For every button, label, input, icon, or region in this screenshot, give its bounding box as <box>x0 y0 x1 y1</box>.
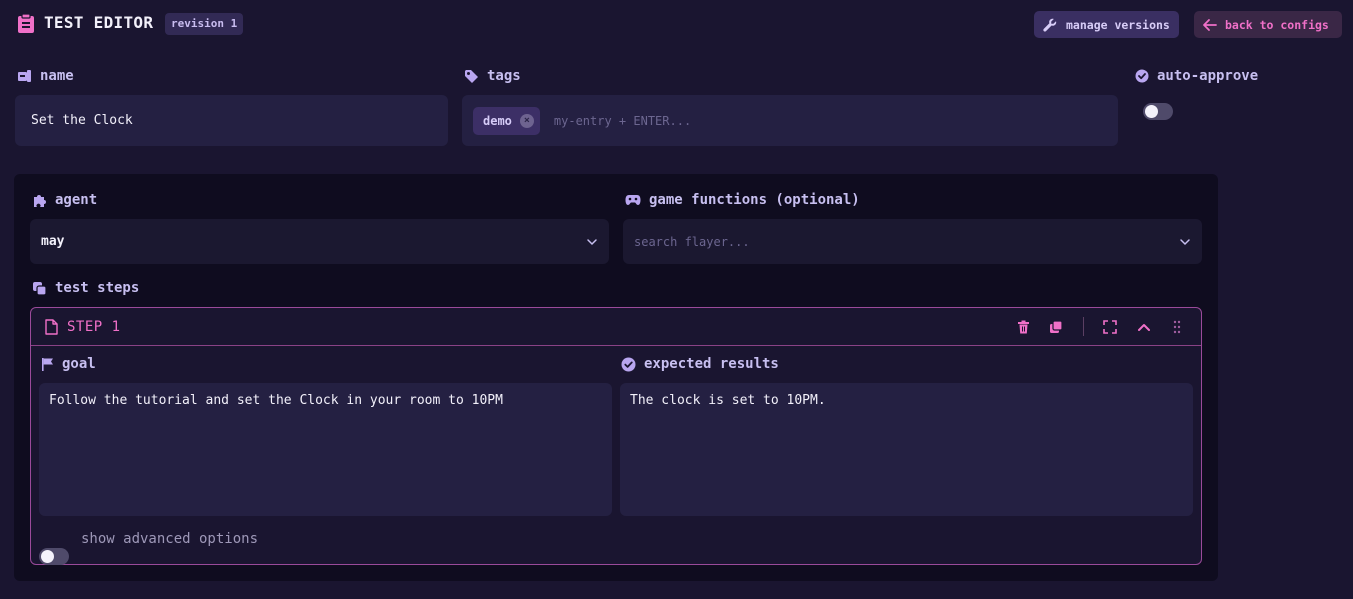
game-functions-label-row: game functions (optional) <box>625 192 860 208</box>
chevron-down-icon <box>586 238 598 246</box>
goal-label-row: goal <box>41 356 96 372</box>
revision-badge: revision 1 <box>165 13 244 35</box>
clipboard-icon <box>17 13 35 33</box>
tag-icon <box>464 69 479 84</box>
duplicate-icon[interactable] <box>1049 320 1063 334</box>
step-title: STEP 1 <box>67 319 121 335</box>
goal-textarea[interactable]: Follow the tutorial and set the Clock in… <box>39 383 612 516</box>
page-title: TEST EDITOR <box>44 13 154 32</box>
tag-chip: demo × <box>473 106 540 135</box>
wrench-icon <box>1042 17 1058 33</box>
game-functions-placeholder: search flayer... <box>634 234 750 249</box>
advanced-options-label: show advanced options <box>81 531 259 547</box>
header-divider <box>1083 317 1084 336</box>
puzzle-icon <box>32 193 47 208</box>
check-circle-icon <box>1135 69 1149 83</box>
auto-approve-toggle[interactable] <box>1143 103 1173 120</box>
flag-icon <box>41 357 54 372</box>
name-input[interactable]: Set the Clock <box>15 95 448 146</box>
check-circle-icon <box>621 357 636 372</box>
manage-versions-button[interactable]: manage versions <box>1034 11 1179 38</box>
game-functions-select[interactable]: search flayer... <box>623 219 1202 264</box>
expected-results-textarea[interactable]: The clock is set to 10PM. <box>620 383 1193 516</box>
name-label-row: name <box>17 68 74 84</box>
manage-versions-label: manage versions <box>1066 17 1170 32</box>
chevron-up-icon[interactable] <box>1137 321 1151 333</box>
back-to-configs-label: back to configs <box>1225 17 1329 32</box>
tag-name-icon <box>17 69 32 83</box>
tags-label-row: tags <box>464 68 521 84</box>
drag-handle-icon[interactable] <box>1173 320 1181 334</box>
auto-approve-label: auto-approve <box>1157 68 1259 84</box>
agent-select-value: may <box>41 234 65 249</box>
expected-label-row: expected results <box>621 356 779 372</box>
layers-icon <box>32 281 47 296</box>
agent-select[interactable]: may <box>30 219 609 264</box>
tags-placeholder: my-entry + ENTER... <box>553 113 692 128</box>
agent-label-row: agent <box>32 192 97 208</box>
test-steps-label-row: test steps <box>32 280 139 296</box>
name-label: name <box>40 68 74 84</box>
document-icon <box>44 319 58 335</box>
expected-label: expected results <box>644 356 779 372</box>
tags-input[interactable]: demo × my-entry + ENTER... <box>462 95 1118 146</box>
advanced-options-toggle[interactable] <box>39 548 69 565</box>
trash-icon[interactable] <box>1017 320 1030 334</box>
remove-tag-icon[interactable]: × <box>519 113 534 128</box>
tag-chip-label: demo <box>483 113 512 128</box>
back-to-configs-button[interactable]: back to configs <box>1194 11 1342 38</box>
fullscreen-icon[interactable] <box>1103 320 1117 334</box>
tags-label: tags <box>487 68 521 84</box>
test-steps-label: test steps <box>55 280 140 296</box>
chevron-down-icon <box>1179 238 1191 246</box>
agent-label: agent <box>55 192 98 208</box>
arrow-left-icon <box>1202 18 1218 32</box>
goal-label: goal <box>62 356 96 372</box>
game-functions-label: game functions (optional) <box>649 192 860 208</box>
auto-approve-label-row: auto-approve <box>1135 68 1258 84</box>
gamepad-icon <box>625 194 641 206</box>
